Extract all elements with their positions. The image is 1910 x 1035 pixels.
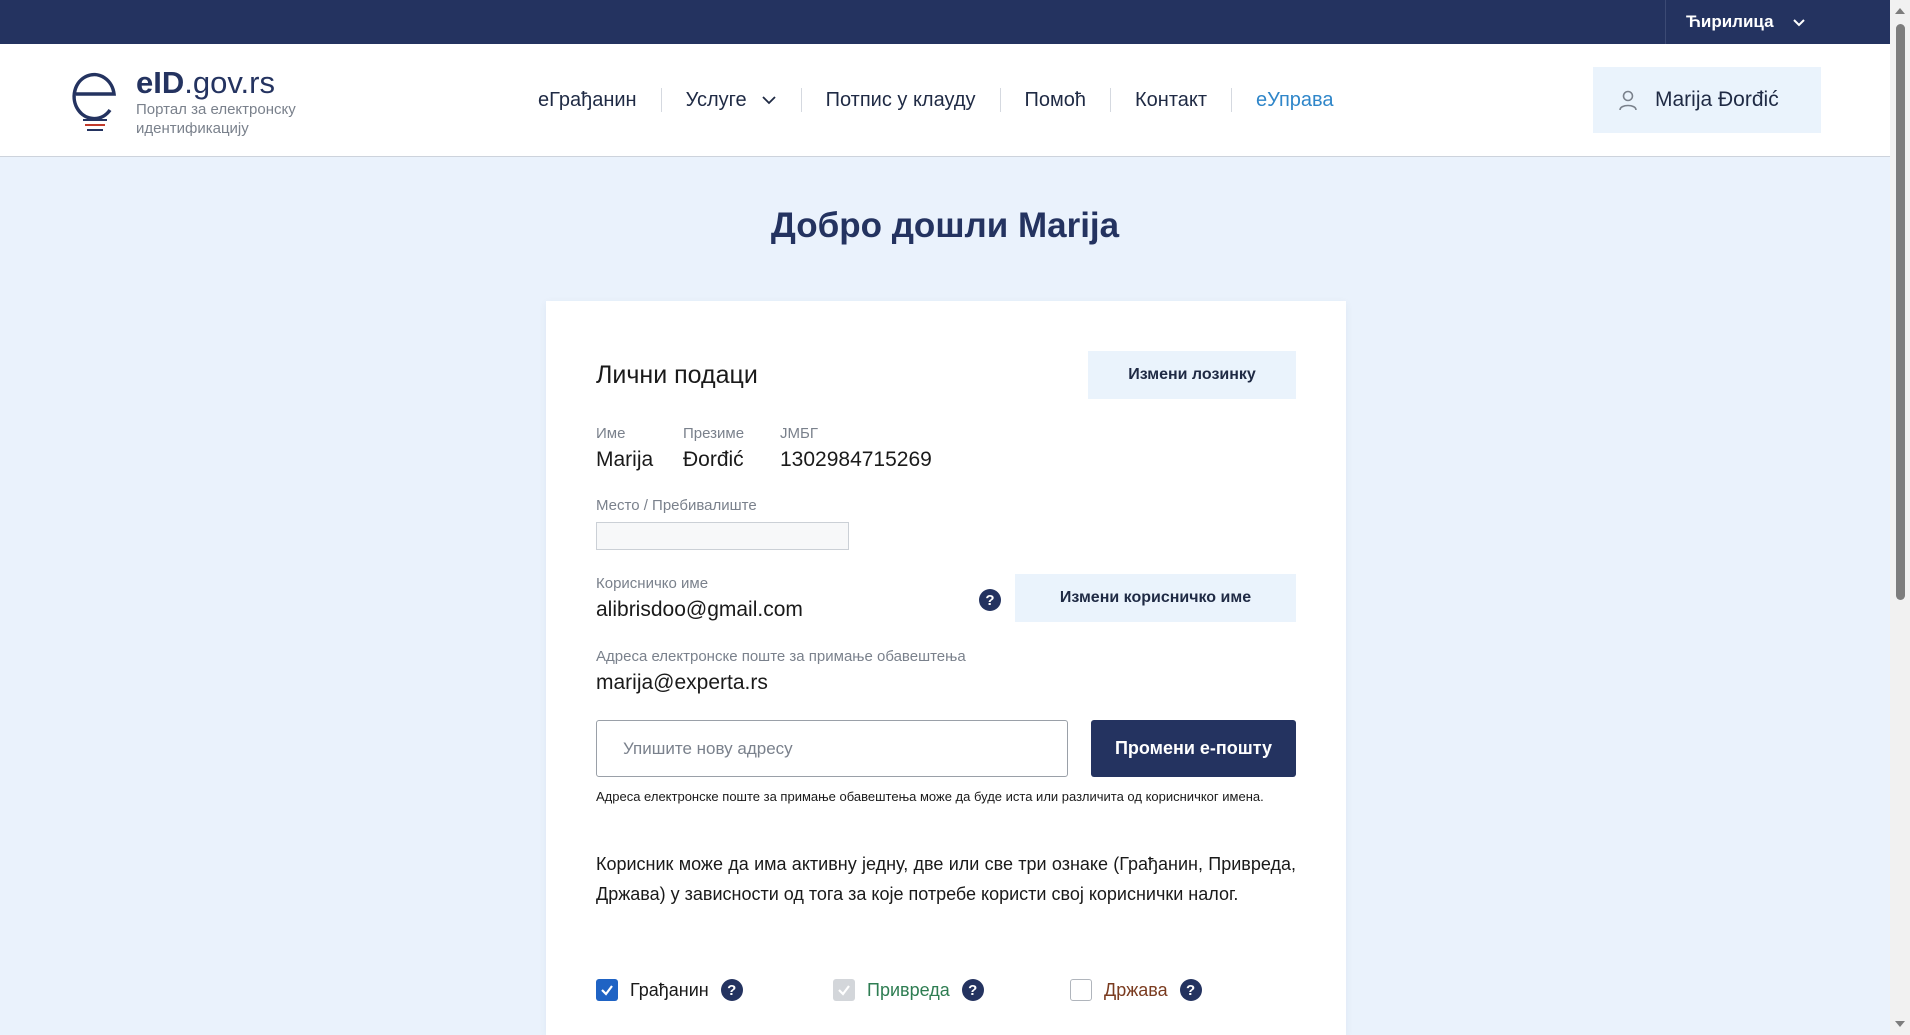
eid-logo-icon [72, 72, 116, 131]
nav-item-help[interactable]: Помоћ [999, 88, 1111, 112]
change-username-button[interactable]: Измени корисничко име [1015, 574, 1296, 622]
jmbg-value: 1302984715269 [780, 448, 932, 471]
last-name-value: Đorđić [683, 448, 744, 471]
chevron-down-icon [761, 96, 776, 105]
role-privreda[interactable]: Привреда ? [833, 979, 984, 1001]
language-label: Ћирилица [1686, 12, 1774, 31]
change-email-button[interactable]: Промени е-пошту [1091, 720, 1296, 777]
notify-email-value: marija@experta.rs [596, 671, 768, 694]
site-header: eID.gov.rs Портал за електронску идентиф… [0, 44, 1890, 157]
user-name: Marija Đorđić [1655, 88, 1779, 111]
scroll-up-arrow-icon[interactable] [1895, 8, 1905, 14]
logo[interactable]: eID.gov.rs Портал за електронску идентиф… [68, 66, 336, 138]
checkbox-gradjanin[interactable] [596, 979, 618, 1001]
username-value: alibrisdoo@gmail.com [596, 598, 803, 621]
chevron-down-icon [1792, 19, 1805, 27]
language-selector[interactable]: Ћирилица [1665, 0, 1890, 44]
checkbox-privreda [833, 979, 855, 1001]
checkbox-drzava[interactable] [1070, 979, 1092, 1001]
help-icon[interactable]: ? [961, 979, 984, 1001]
role-label-drzava: Држава [1104, 979, 1168, 1000]
checkmark-icon [601, 985, 613, 996]
main-nav: еГрађанин Услуге Потпис у клауду Помоћ К… [514, 88, 1358, 112]
notify-email-label: Адреса електронске поште за примање обав… [596, 648, 966, 665]
roles-description: Корисник може да има активну једну, две … [596, 854, 1296, 904]
role-gradjanin[interactable]: Грађанин ? [596, 979, 743, 1001]
first-name-label: Име [596, 425, 626, 442]
nav-item-euprava[interactable]: еУправа [1231, 88, 1358, 112]
nav-item-usluge[interactable]: Услуге [660, 88, 801, 112]
card-title: Лични подаци [596, 361, 758, 389]
top-bar: Ћирилица [0, 0, 1890, 44]
checkmark-icon [838, 985, 850, 996]
help-icon[interactable]: ? [1179, 979, 1202, 1001]
scroll-down-arrow-icon[interactable] [1895, 1021, 1905, 1027]
nav-item-egradjanin[interactable]: еГрађанин [514, 88, 661, 112]
email-note: Адреса електронске поште за примање обав… [596, 789, 1264, 804]
last-name-label: Презиме [683, 425, 745, 442]
page-scrollbar[interactable] [1890, 0, 1910, 1035]
role-drzava[interactable]: Држава ? [1070, 979, 1202, 1001]
residence-field [596, 522, 849, 550]
change-password-button[interactable]: Измени лозинку [1088, 351, 1296, 399]
nav-item-cloud-signature[interactable]: Потпис у клауду [800, 88, 1000, 112]
logo-brand: eID.gov.rs [136, 65, 275, 100]
role-label-gradjanin: Грађанин [630, 979, 709, 1000]
page-title: Добро дошли Marija [770, 206, 1120, 245]
role-label-privreda: Привреда [867, 979, 950, 1000]
scroll-thumb[interactable] [1896, 24, 1905, 600]
help-icon[interactable]: ? [979, 589, 1001, 611]
user-icon [1619, 90, 1637, 111]
username-label: Корисничко име [596, 575, 709, 592]
personal-data-card: Лични подаци Измени лозинку Име Marija П… [546, 301, 1346, 1035]
first-name-value: Marija [596, 448, 654, 471]
user-menu-button[interactable]: Marija Đorđić [1593, 67, 1821, 133]
nav-item-contact[interactable]: Контакт [1110, 88, 1231, 112]
help-icon[interactable]: ? [720, 979, 743, 1001]
jmbg-label: ЈМБГ [780, 425, 818, 442]
logo-subtitle: Портал за електронску идентификацију [136, 101, 296, 137]
new-email-input[interactable] [596, 720, 1068, 777]
residence-label: Место / Пребивалиште [596, 497, 757, 514]
